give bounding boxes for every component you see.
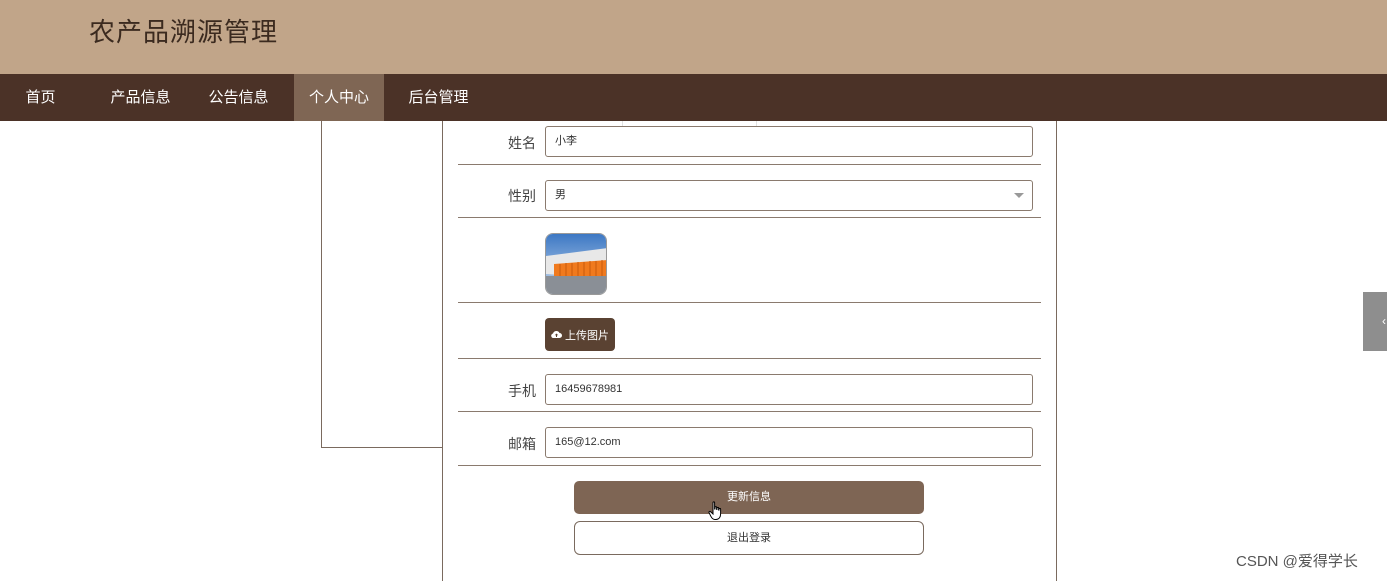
gender-label: 性别 bbox=[508, 188, 536, 204]
row-divider bbox=[458, 164, 1041, 165]
avatar-image bbox=[545, 233, 607, 295]
row-divider bbox=[458, 411, 1041, 412]
update-info-button[interactable]: 更新信息 bbox=[574, 481, 924, 514]
row-divider bbox=[458, 465, 1041, 466]
nav-item-home[interactable]: 首页 bbox=[0, 74, 81, 121]
nav-item-personal-center[interactable]: 个人中心 bbox=[294, 74, 384, 121]
email-label: 邮箱 bbox=[508, 436, 536, 452]
row-divider bbox=[458, 358, 1041, 359]
nav-item-products[interactable]: 产品信息 bbox=[99, 74, 182, 121]
gender-select[interactable]: 男 bbox=[545, 180, 1033, 211]
row-divider bbox=[458, 217, 1041, 218]
name-label: 姓名 bbox=[508, 135, 536, 151]
cloud-upload-icon bbox=[551, 331, 562, 339]
logout-button[interactable]: 退出登录 bbox=[574, 521, 924, 555]
upload-image-label: 上传图片 bbox=[565, 329, 609, 342]
side-toggle-tab[interactable]: ‹ bbox=[1363, 292, 1387, 351]
email-input[interactable]: 165@12.com bbox=[545, 427, 1033, 458]
phone-label: 手机 bbox=[508, 383, 536, 399]
gender-select-value: 男 bbox=[555, 189, 566, 201]
row-divider bbox=[458, 302, 1041, 303]
sidebar-frame bbox=[321, 121, 443, 448]
chevron-down-icon bbox=[1014, 193, 1024, 198]
upload-image-button[interactable]: 上传图片 bbox=[545, 318, 615, 351]
name-input[interactable]: 小李 bbox=[545, 126, 1033, 157]
nav-item-admin[interactable]: 后台管理 bbox=[397, 74, 480, 121]
watermark-text: CSDN @爱得学长 bbox=[1236, 553, 1358, 570]
nav-item-notices[interactable]: 公告信息 bbox=[197, 74, 280, 121]
phone-input[interactable]: 16459678981 bbox=[545, 374, 1033, 405]
chevron-left-icon: ‹ bbox=[1382, 314, 1386, 328]
hand-cursor-icon bbox=[708, 501, 722, 520]
main-navbar: 首页 产品信息 公告信息 个人中心 后台管理 bbox=[0, 74, 1387, 121]
site-header: 农产品溯源管理 bbox=[0, 0, 1387, 74]
site-title: 农产品溯源管理 bbox=[89, 17, 279, 47]
